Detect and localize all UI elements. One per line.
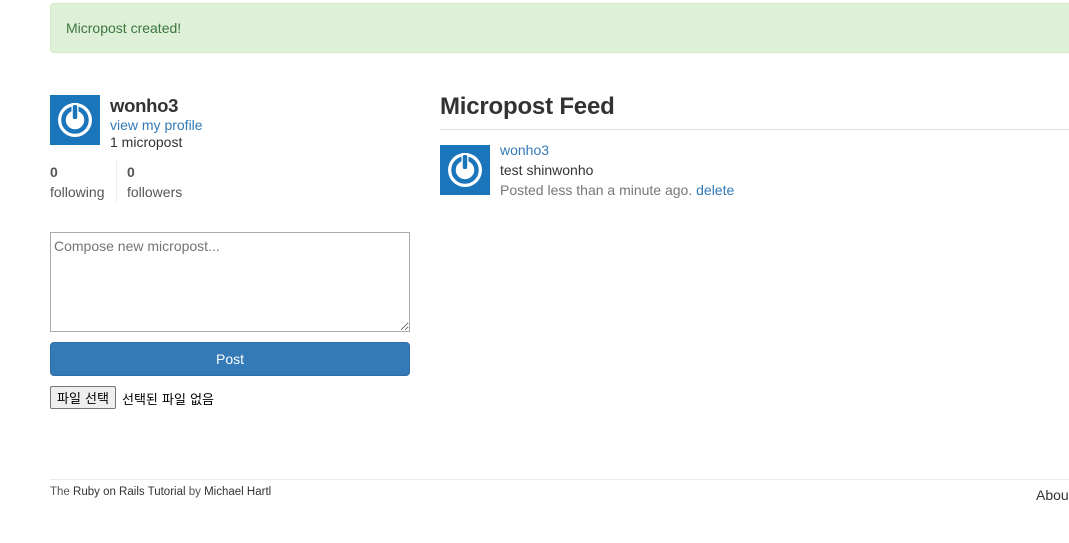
- following-label: following: [50, 184, 105, 200]
- gravatar-power-icon: [50, 95, 100, 145]
- footer-credit: The Ruby on Rails Tutorial by Michael Ha…: [50, 486, 271, 498]
- feed-item-avatar[interactable]: [440, 145, 490, 195]
- followers-count: 0: [127, 164, 135, 180]
- footer-about-link[interactable]: About: [1036, 487, 1069, 503]
- footer-credit-by: by: [188, 486, 201, 498]
- micropost-count: 1 micropost: [110, 134, 183, 150]
- following-stat[interactable]: 0 following: [50, 162, 104, 202]
- file-status-text: 선택된 파일 없음: [122, 393, 214, 408]
- author-link[interactable]: Michael Hartl: [204, 486, 271, 498]
- choose-file-button[interactable]: 파일 선택: [50, 386, 116, 409]
- feed-title: Micropost Feed: [440, 93, 615, 120]
- gravatar-power-icon: [440, 145, 490, 195]
- feed-item-content: test shinwonho: [500, 162, 594, 178]
- delete-link[interactable]: delete: [696, 182, 734, 198]
- following-count: 0: [50, 164, 58, 180]
- followers-stat[interactable]: 0 followers: [127, 162, 182, 202]
- feed-item-user-link[interactable]: wonho3: [500, 142, 549, 158]
- followers-label: followers: [127, 184, 183, 200]
- feed-divider: [440, 129, 1069, 130]
- footer-credit-prefix: The: [50, 486, 70, 498]
- rails-tutorial-link[interactable]: Ruby on Rails Tutorial: [73, 486, 186, 498]
- post-button[interactable]: Post: [50, 342, 410, 376]
- feed-item-meta: Posted less than a minute ago. delete: [500, 182, 734, 198]
- compose-micropost-textarea[interactable]: [50, 232, 410, 332]
- footer-divider: [50, 479, 1069, 480]
- user-avatar[interactable]: [50, 95, 100, 145]
- user-name: wonho3: [110, 95, 179, 116]
- view-profile-link[interactable]: view my profile: [110, 117, 203, 133]
- flash-message: Micropost created!: [66, 20, 182, 36]
- flash-success-alert: Micropost created!: [50, 3, 1069, 53]
- stats-divider: [116, 160, 117, 202]
- feed-item-timestamp: Posted less than a minute ago.: [500, 182, 693, 198]
